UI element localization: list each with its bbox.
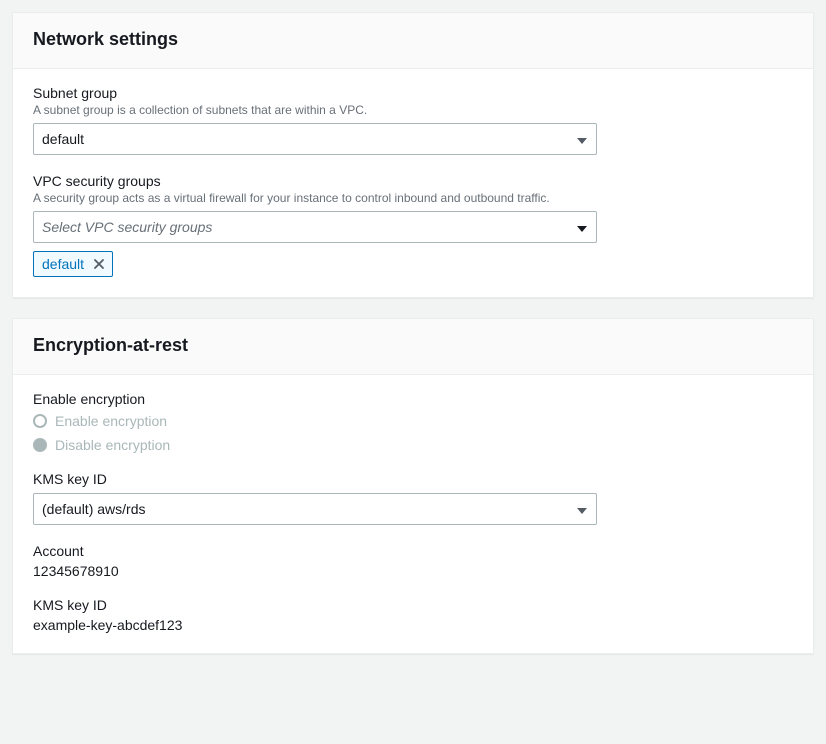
subnet-group-field: Subnet group A subnet group is a collect…: [33, 85, 793, 155]
enable-encryption-label: Enable encryption: [33, 391, 793, 407]
vpc-security-groups-field: VPC security groups A security group act…: [33, 173, 793, 277]
vpc-security-groups-description: A security group acts as a virtual firew…: [33, 191, 793, 205]
enable-encryption-field: Enable encryption Enable encryption Disa…: [33, 391, 793, 453]
network-settings-header: Network settings: [13, 13, 813, 69]
radio-enable-label: Enable encryption: [55, 413, 167, 429]
encryption-body: Enable encryption Enable encryption Disa…: [13, 375, 813, 653]
kms-key-select[interactable]: (default) aws/rds: [33, 493, 597, 525]
vpc-security-groups-select[interactable]: Select VPC security groups: [33, 211, 597, 243]
encryption-title: Encryption-at-rest: [33, 335, 793, 356]
kms-key-label: KMS key ID: [33, 471, 793, 487]
subnet-group-description: A subnet group is a collection of subnet…: [33, 103, 793, 117]
network-settings-title: Network settings: [33, 29, 793, 50]
vpc-security-groups-label: VPC security groups: [33, 173, 793, 189]
kms-key-id-value: example-key-abcdef123: [33, 617, 793, 633]
subnet-group-select-value: default: [33, 123, 597, 155]
subnet-group-select[interactable]: default: [33, 123, 597, 155]
account-label: Account: [33, 543, 793, 559]
radio-disable-label: Disable encryption: [55, 437, 170, 453]
kms-key-id-label: KMS key ID: [33, 597, 793, 613]
close-icon[interactable]: [92, 257, 106, 271]
radio-enable-encryption[interactable]: Enable encryption: [33, 413, 793, 429]
radio-icon: [33, 438, 47, 452]
radio-icon: [33, 414, 47, 428]
kms-key-field: KMS key ID (default) aws/rds: [33, 471, 793, 525]
subnet-group-label: Subnet group: [33, 85, 793, 101]
vpc-token-default: default: [33, 251, 113, 277]
encryption-header: Encryption-at-rest: [13, 319, 813, 375]
vpc-token-row: default: [33, 251, 793, 277]
network-settings-body: Subnet group A subnet group is a collect…: [13, 69, 813, 297]
encryption-panel: Encryption-at-rest Enable encryption Ena…: [12, 318, 814, 654]
account-field: Account 12345678910: [33, 543, 793, 579]
encryption-radio-group: Enable encryption Disable encryption: [33, 413, 793, 453]
account-value: 12345678910: [33, 563, 793, 579]
kms-key-id-field: KMS key ID example-key-abcdef123: [33, 597, 793, 633]
kms-key-select-value: (default) aws/rds: [33, 493, 597, 525]
vpc-security-groups-placeholder: Select VPC security groups: [33, 211, 597, 243]
radio-disable-encryption[interactable]: Disable encryption: [33, 437, 793, 453]
vpc-token-label: default: [42, 256, 84, 272]
network-settings-panel: Network settings Subnet group A subnet g…: [12, 12, 814, 298]
